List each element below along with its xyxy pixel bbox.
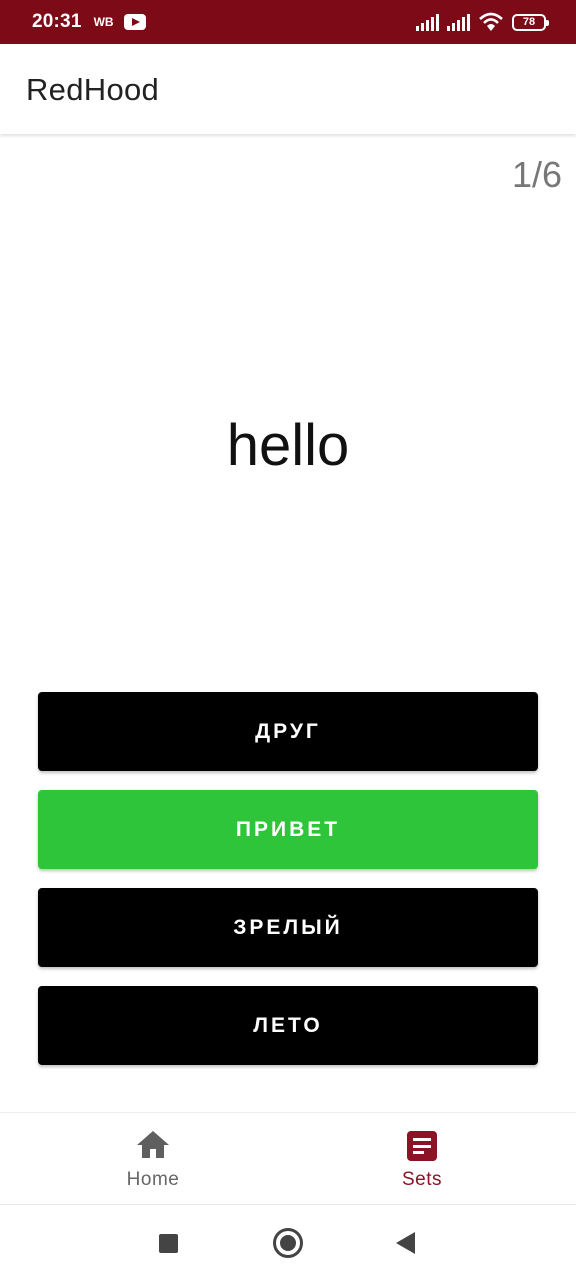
nav-label-sets: Sets [401,1169,443,1190]
bottom-navigation: Home Sets [0,1112,576,1204]
recents-icon[interactable] [159,1234,178,1253]
status-left: 20:31 WB [32,0,146,44]
answer-button[interactable]: ЛЕТО [38,986,538,1065]
signal-icon [416,13,439,31]
nav-item-sets[interactable]: Sets [322,1113,522,1205]
back-icon[interactable] [396,1232,415,1254]
status-time: 20:31 [32,11,82,32]
question-progress: 1/6 [511,154,562,195]
app-title: RedHood [26,72,160,107]
nav-item-home[interactable]: Home [53,1113,253,1205]
battery-level: 78 [522,16,536,28]
signal-icon [447,13,470,31]
list-icon [407,1131,437,1161]
status-right: 78 [416,0,549,44]
answer-button[interactable]: ЗРЕЛЫЙ [38,888,538,967]
nav-label-home: Home [126,1169,180,1190]
system-navigation-bar [0,1204,576,1280]
app-bar: RedHood [0,44,576,134]
answer-options: ДРУГ ПРИВЕТ ЗРЕЛЫЙ ЛЕТО [38,692,538,1084]
answer-button-correct[interactable]: ПРИВЕТ [38,790,538,869]
youtube-icon [123,14,146,30]
battery-icon: 78 [512,13,549,31]
answer-button[interactable]: ДРУГ [38,692,538,771]
status-bar: 20:31 WB 78 [0,0,576,44]
quiz-word: hello [226,413,350,478]
status-carrier-tag: WB [93,15,114,29]
home-icon [137,1131,169,1161]
system-home-icon[interactable] [273,1228,303,1258]
wifi-icon [479,12,503,31]
